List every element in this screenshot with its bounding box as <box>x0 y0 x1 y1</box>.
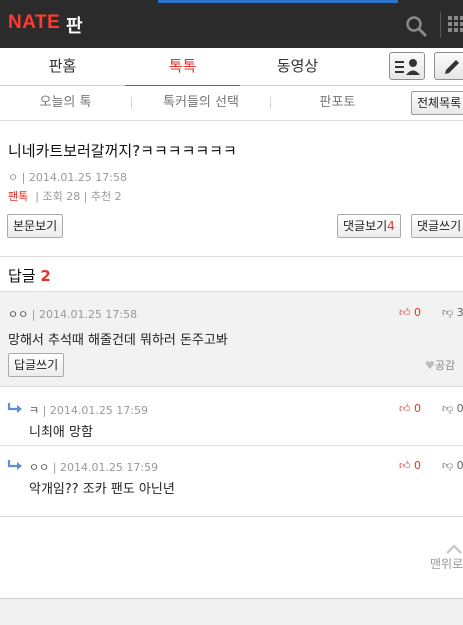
dislike-button[interactable]: 👎︎ 0 <box>442 459 463 472</box>
write-comment-button[interactable]: 댓글쓰기 <box>411 214 463 238</box>
meta-divider: | <box>83 190 91 203</box>
meta-divider: | <box>52 461 60 474</box>
reply-arrow-icon <box>7 460 22 470</box>
like-count: 0 <box>414 402 421 415</box>
main-tabs: 판홈 톡톡 동영상 <box>0 48 463 87</box>
replies-label: 답글 <box>8 267 36 285</box>
reply-author: ㅋ <box>29 404 40 417</box>
like-button[interactable]: 👍︎ 0 <box>399 402 421 415</box>
reply-body: 악개임?? 조카 팬도 아닌년 <box>29 482 175 497</box>
topbar-divider <box>440 12 441 38</box>
section-title[interactable]: 판 <box>66 12 83 38</box>
comment-author: ㅇㅇ <box>8 308 29 321</box>
comment-body: 망해서 추석때 해줄건데 뭐하러 돈주고봐 <box>8 333 228 348</box>
dislike-count: 0 <box>456 459 463 472</box>
recommend-label: 추천 <box>90 190 112 203</box>
post-category[interactable]: 팬톡 <box>8 190 28 203</box>
post-stats: 팬톡 | 조회 28 | 추천 2 <box>8 188 122 204</box>
reply-date: 2014.01.25 17:59 <box>59 461 159 474</box>
dislike-count: 3 <box>456 306 463 319</box>
full-list-button[interactable]: 전체목록 <box>411 91 463 115</box>
grid-menu-icon[interactable] <box>448 16 463 36</box>
meta-divider: | <box>42 404 50 417</box>
comment-meta: ㅇㅇ | 2014.01.25 17:58 <box>8 306 137 322</box>
like-count: 0 <box>414 306 421 319</box>
chevron-up-icon <box>446 544 462 554</box>
sub-tabs: 오늘의 톡 톡커들의 선택 판포토 전체목록 <box>0 86 463 121</box>
reply-item: ㅋ | 2014.01.25 17:59 니최애 망함 👍︎ 0 👎︎ 0 <box>0 388 463 446</box>
thumbs-up-icon: 👍︎ <box>399 459 411 472</box>
tab-toktok[interactable]: 톡톡 <box>125 48 240 87</box>
like-button[interactable]: 👍︎ 0 <box>399 306 421 319</box>
pencil-icon <box>445 60 459 74</box>
scroll-to-top-button[interactable]: 맨위로 <box>430 543 463 572</box>
subtab-pan-photo[interactable]: 판포토 <box>271 86 404 120</box>
loading-progress-bar <box>158 0 398 3</box>
thumbs-up-icon: 👍︎ <box>399 306 411 319</box>
replies-count: 2 <box>40 267 51 285</box>
view-comments-button[interactable]: 댓글보기4 <box>337 214 401 238</box>
views-label: 조회 <box>42 190 63 203</box>
comment-date: 2014.01.25 17:58 <box>38 308 138 321</box>
meta-divider: | <box>21 171 29 184</box>
dislike-button[interactable]: 👎︎ 3 <box>442 306 463 319</box>
footer <box>0 598 463 625</box>
recommend-count: 2 <box>114 190 122 203</box>
like-button[interactable]: 👍︎ 0 <box>399 459 421 472</box>
post-author: ㅇ <box>8 171 19 184</box>
post-title: 니네카트보러갈꺼지?ㅋㅋㅋㅋㅋㅋㅋ <box>8 142 237 160</box>
comment-item: ㅇㅇ | 2014.01.25 17:58 망해서 추석때 해줄건데 뭐하러 돈… <box>0 291 463 387</box>
views-count: 28 <box>66 190 81 203</box>
empathy-button[interactable]: ♥공감 <box>425 357 455 373</box>
tab-pan-home[interactable]: 판홈 <box>0 48 125 86</box>
heart-icon: ♥ <box>425 359 435 372</box>
reply-meta: ㅇㅇ | 2014.01.25 17:59 <box>29 459 158 475</box>
view-comments-label: 댓글보기 <box>343 219 388 233</box>
my-page-button[interactable] <box>389 52 425 80</box>
like-count: 0 <box>414 459 421 472</box>
thumbs-down-icon: 👎︎ <box>442 402 454 415</box>
dislike-count: 0 <box>456 402 463 415</box>
empathy-label: 공감 <box>434 359 456 372</box>
nate-logo[interactable]: NATE <box>8 12 60 34</box>
section-divider <box>0 256 463 257</box>
meta-divider: | <box>31 308 39 321</box>
subtab-today[interactable]: 오늘의 톡 <box>0 86 131 120</box>
dislike-button[interactable]: 👎︎ 0 <box>442 402 463 415</box>
reply-date: 2014.01.25 17:59 <box>49 404 149 417</box>
top-bar: NATE 판 <box>0 0 463 48</box>
replies-heading: 답글 2 <box>8 265 51 286</box>
reply-body: 니최애 망함 <box>29 425 93 440</box>
tab-video[interactable]: 동영상 <box>240 48 355 86</box>
reply-arrow-icon <box>7 403 22 413</box>
reply-button[interactable]: 답글쓰기 <box>8 353 65 377</box>
scroll-to-top-label: 맨위로 <box>430 557 463 571</box>
thumbs-down-icon: 👎︎ <box>442 306 454 319</box>
user-list-icon <box>395 59 420 75</box>
reply-author: ㅇㅇ <box>29 461 50 474</box>
write-button[interactable] <box>434 52 463 80</box>
reply-meta: ㅋ | 2014.01.25 17:59 <box>29 402 148 418</box>
search-icon[interactable] <box>404 14 428 38</box>
meta-divider: | <box>31 190 43 203</box>
view-body-button[interactable]: 본문보기 <box>7 214 64 238</box>
post-date: 2014.01.25 17:58 <box>28 171 128 184</box>
thumbs-down-icon: 👎︎ <box>442 459 454 472</box>
reply-item: ㅇㅇ | 2014.01.25 17:59 악개임?? 조카 팬도 아닌년 👍︎… <box>0 447 463 517</box>
post-author-date: ㅇ | 2014.01.25 17:58 <box>8 169 127 185</box>
subtab-talkers-choice[interactable]: 톡커들의 선택 <box>132 86 270 120</box>
thumbs-up-icon: 👍︎ <box>399 402 411 415</box>
comment-count: 4 <box>387 219 395 233</box>
